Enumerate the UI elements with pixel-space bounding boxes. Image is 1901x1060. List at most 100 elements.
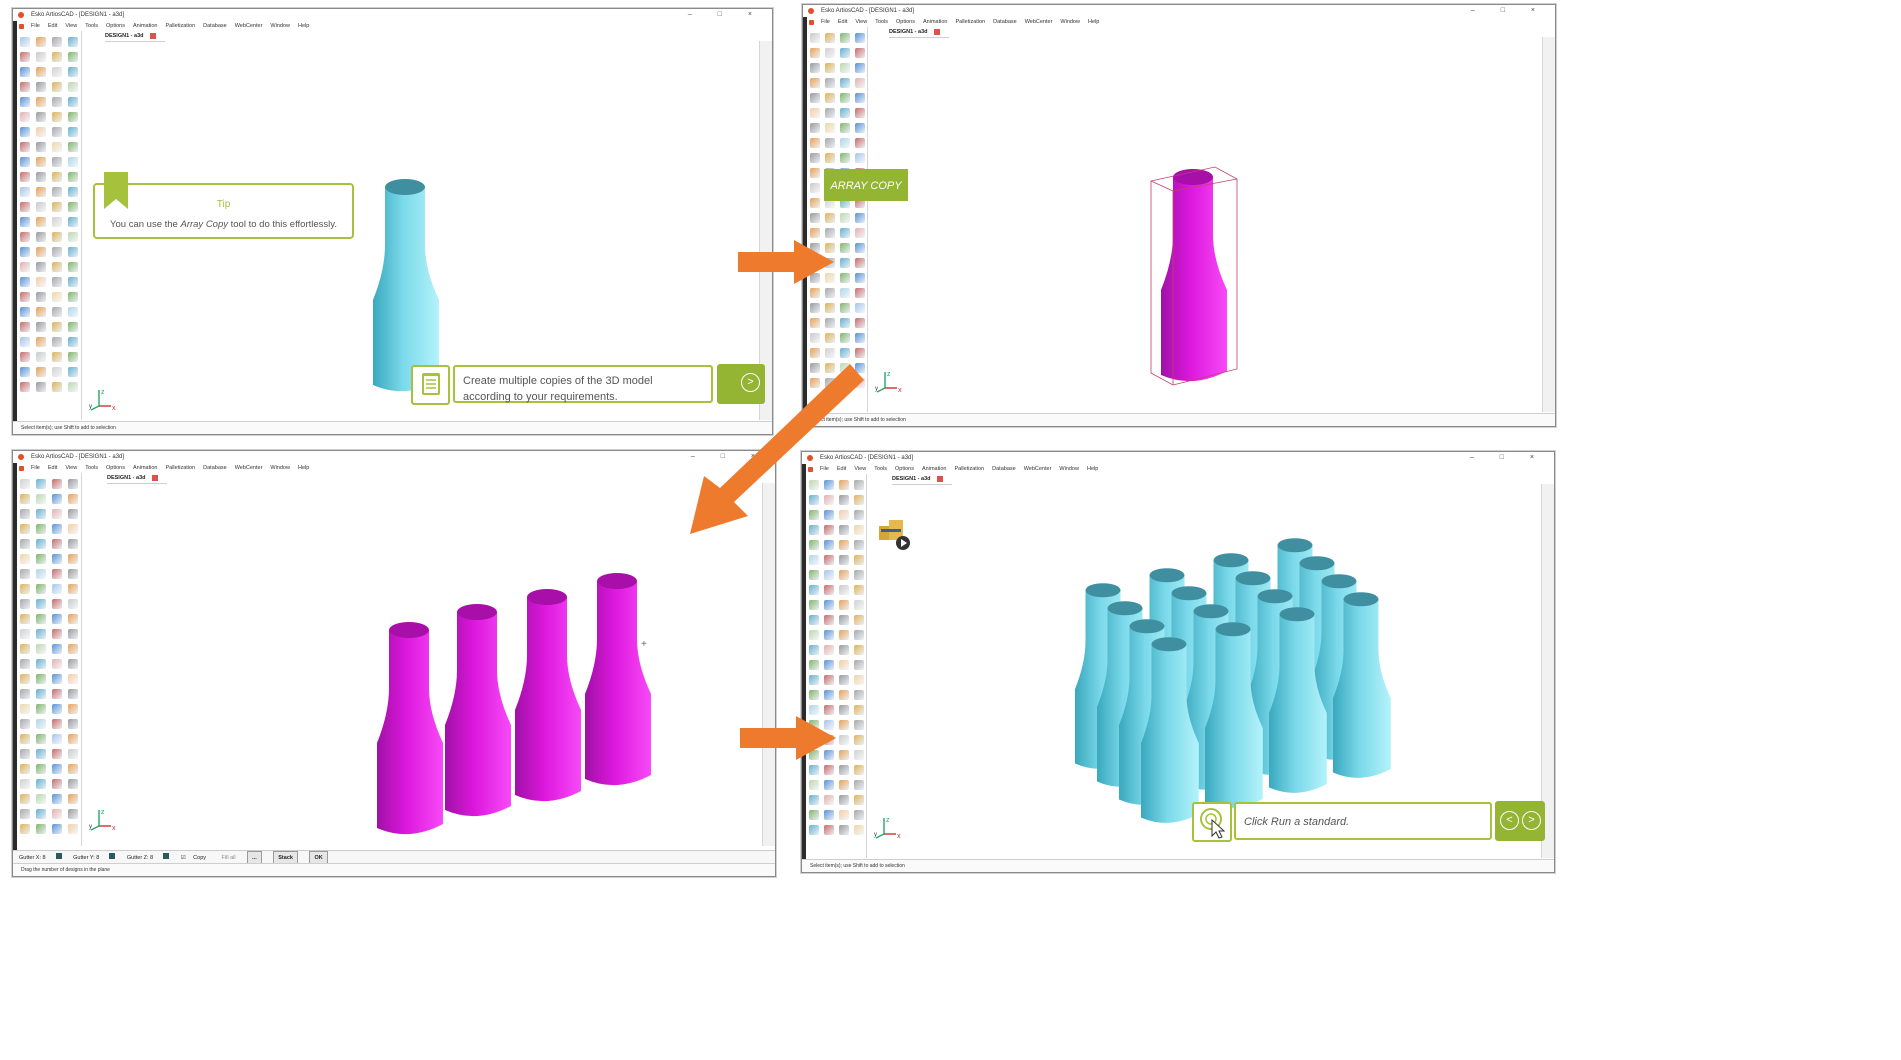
tool-icon[interactable]: [68, 704, 78, 714]
tool-icon[interactable]: [52, 524, 62, 534]
tool-icon[interactable]: [854, 795, 864, 805]
copy-checkbox[interactable]: ☑ Copy: [181, 855, 210, 861]
tool-icon[interactable]: [52, 689, 62, 699]
gutter-x-field[interactable]: Gutter X: 8: [19, 855, 46, 861]
tool-icon[interactable]: [840, 123, 850, 133]
tool-icon[interactable]: [824, 645, 834, 655]
tool-icon[interactable]: [52, 247, 62, 257]
tool-icon[interactable]: [68, 689, 78, 699]
tool-icon[interactable]: [52, 232, 62, 242]
tool-icon[interactable]: [810, 153, 820, 163]
tool-icon[interactable]: [36, 614, 46, 624]
tool-icon[interactable]: [855, 153, 865, 163]
tool-icon[interactable]: [20, 307, 30, 317]
menu-palletization[interactable]: Palletization: [955, 19, 985, 25]
tool-icon[interactable]: [809, 555, 819, 565]
tool-icon[interactable]: [36, 142, 46, 152]
tool-icon[interactable]: [810, 228, 820, 238]
tool-icon[interactable]: [68, 352, 78, 362]
tool-icon[interactable]: [810, 213, 820, 223]
tool-icon[interactable]: [52, 337, 62, 347]
tool-icon[interactable]: [68, 734, 78, 744]
tool-icon[interactable]: [809, 825, 819, 835]
tool-icon[interactable]: [68, 202, 78, 212]
tool-icon[interactable]: [839, 615, 849, 625]
tool-icon[interactable]: [20, 674, 30, 684]
tool-icon[interactable]: [20, 247, 30, 257]
window-controls[interactable]: – □ ×: [688, 9, 764, 21]
tool-icon[interactable]: [825, 303, 835, 313]
tool-icon[interactable]: [68, 824, 78, 834]
tool-icon[interactable]: [839, 825, 849, 835]
tool-icon[interactable]: [36, 704, 46, 714]
tab-close-icon[interactable]: [936, 475, 943, 482]
tool-icon[interactable]: [36, 509, 46, 519]
tool-icon[interactable]: [68, 292, 78, 302]
tool-icon[interactable]: [810, 288, 820, 298]
tool-icon[interactable]: [20, 217, 30, 227]
tool-icon[interactable]: [52, 704, 62, 714]
tool-icon[interactable]: [36, 337, 46, 347]
tool-icon[interactable]: [36, 172, 46, 182]
tool-icon[interactable]: [36, 779, 46, 789]
tool-icon[interactable]: [839, 540, 849, 550]
menu-tools[interactable]: Tools: [85, 23, 98, 29]
tool-icon[interactable]: [855, 63, 865, 73]
menu-help[interactable]: Help: [1088, 19, 1099, 25]
tool-icon[interactable]: [840, 153, 850, 163]
tool-icon[interactable]: [52, 97, 62, 107]
tool-icon[interactable]: [20, 644, 30, 654]
tool-icon[interactable]: [809, 645, 819, 655]
tool-icon[interactable]: [36, 599, 46, 609]
tool-icon[interactable]: [52, 749, 62, 759]
tool-icon[interactable]: [20, 337, 30, 347]
tool-icon[interactable]: [68, 644, 78, 654]
tool-icon[interactable]: [854, 630, 864, 640]
tool-icon[interactable]: [809, 675, 819, 685]
tool-icon[interactable]: [52, 479, 62, 489]
tool-icon[interactable]: [839, 555, 849, 565]
tool-icon[interactable]: [52, 307, 62, 317]
tool-icon[interactable]: [68, 659, 78, 669]
tool-icon[interactable]: [855, 318, 865, 328]
tool-icon[interactable]: [36, 307, 46, 317]
tool-icon[interactable]: [52, 824, 62, 834]
tool-icon[interactable]: [36, 584, 46, 594]
tool-icon[interactable]: [68, 524, 78, 534]
tool-icon[interactable]: [68, 247, 78, 257]
tool-icon[interactable]: [36, 67, 46, 77]
tool-icon[interactable]: [52, 614, 62, 624]
tool-icon[interactable]: [36, 764, 46, 774]
tool-icon[interactable]: [52, 202, 62, 212]
tool-icon[interactable]: [20, 277, 30, 287]
tool-icon[interactable]: [810, 333, 820, 343]
tool-icon[interactable]: [68, 614, 78, 624]
tool-icon[interactable]: [68, 217, 78, 227]
tool-icon[interactable]: [20, 659, 30, 669]
tool-icon[interactable]: [20, 689, 30, 699]
tool-icon[interactable]: [854, 750, 864, 760]
tool-icon[interactable]: [854, 765, 864, 775]
menu-view[interactable]: View: [65, 465, 77, 471]
tool-icon[interactable]: [809, 585, 819, 595]
tool-icon[interactable]: [825, 153, 835, 163]
tool-icon[interactable]: [854, 660, 864, 670]
tool-icon[interactable]: [824, 630, 834, 640]
tool-icon[interactable]: [36, 794, 46, 804]
tool-icon[interactable]: [855, 258, 865, 268]
tool-icon[interactable]: [52, 794, 62, 804]
tool-icon[interactable]: [840, 48, 850, 58]
tool-icon[interactable]: [52, 322, 62, 332]
tool-icon[interactable]: [20, 202, 30, 212]
tool-icon[interactable]: [36, 479, 46, 489]
tool-icon[interactable]: [854, 810, 864, 820]
tab-close-icon[interactable]: [151, 474, 158, 481]
tool-icon[interactable]: [36, 127, 46, 137]
tool-icon[interactable]: [36, 262, 46, 272]
menu-animation[interactable]: Animation: [133, 465, 157, 471]
tool-icon[interactable]: [68, 37, 78, 47]
tool-icon[interactable]: [52, 599, 62, 609]
tool-icon[interactable]: [810, 183, 820, 193]
fill-all-button[interactable]: Fill all: [222, 855, 236, 861]
tool-icon[interactable]: [52, 52, 62, 62]
